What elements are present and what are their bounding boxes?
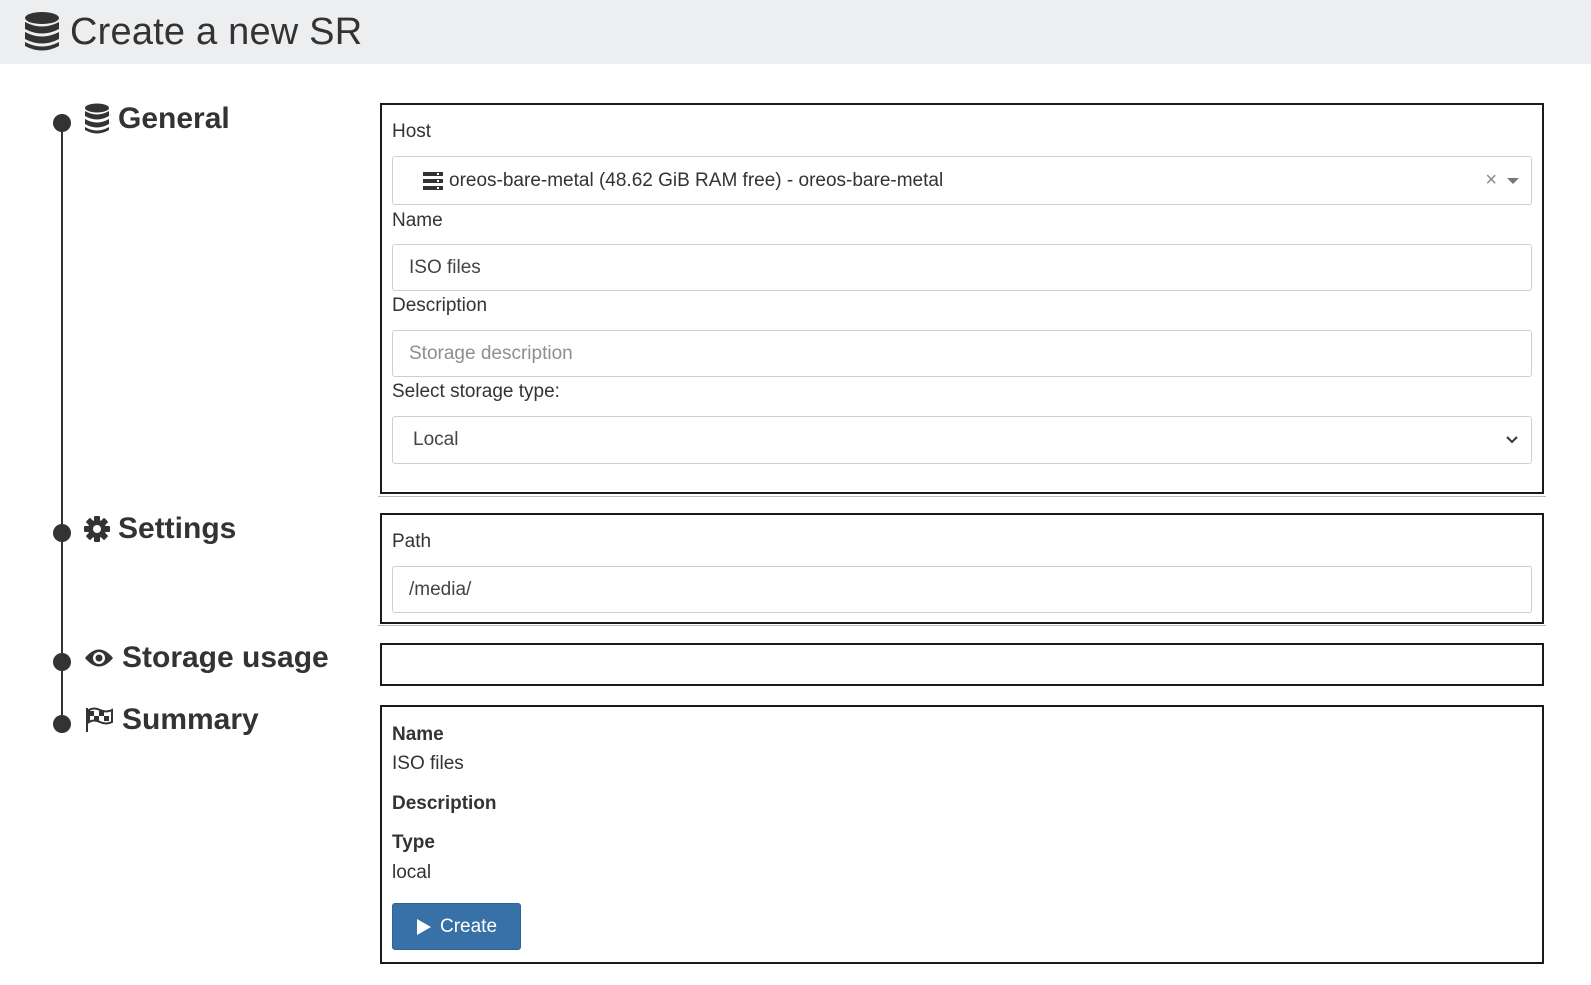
step-summary: Summary bbox=[84, 703, 259, 737]
database-icon bbox=[84, 103, 110, 135]
gear-icon bbox=[84, 516, 110, 542]
server-icon bbox=[423, 171, 443, 190]
chevron-down-icon bbox=[1505, 431, 1519, 455]
step-dot-summary bbox=[53, 715, 71, 733]
create-button-label: Create bbox=[439, 915, 498, 937]
wizard-stepper: General Settings Storage usage Summary H… bbox=[0, 64, 1591, 985]
step-label-general: General bbox=[118, 102, 230, 135]
general-panel: Host oreos-bare-metal (48.62 GiB RAM fre… bbox=[380, 103, 1544, 494]
host-select[interactable]: oreos-bare-metal (48.62 GiB RAM free) - … bbox=[392, 156, 1532, 205]
step-storage-usage: Storage usage bbox=[84, 641, 329, 675]
host-value: oreos-bare-metal (48.62 GiB RAM free) - … bbox=[449, 169, 944, 191]
storage-usage-panel bbox=[380, 643, 1544, 686]
summary-type-label: Type bbox=[392, 832, 435, 853]
divider bbox=[378, 625, 1546, 626]
step-settings: Settings bbox=[84, 512, 236, 546]
step-label-settings: Settings bbox=[118, 512, 237, 545]
description-input[interactable]: Storage description bbox=[392, 330, 1532, 377]
flag-checkered-icon bbox=[84, 707, 114, 733]
step-label-summary: Summary bbox=[122, 703, 259, 736]
step-dot-storage-usage bbox=[53, 653, 71, 671]
summary-description-label: Description bbox=[392, 793, 497, 814]
step-general: General bbox=[84, 102, 230, 136]
settings-panel: Path /media/ bbox=[380, 513, 1544, 624]
summary-type-value: local bbox=[392, 862, 432, 883]
path-label: Path bbox=[392, 531, 432, 552]
storage-type-select[interactable]: Local bbox=[392, 416, 1532, 464]
clear-icon[interactable]: × bbox=[1485, 169, 1497, 192]
step-dot-settings bbox=[53, 524, 71, 542]
host-label: Host bbox=[392, 121, 432, 142]
divider bbox=[378, 496, 1546, 497]
summary-name-label: Name bbox=[392, 724, 444, 745]
summary-name-value: ISO files bbox=[392, 753, 464, 774]
storage-type-value: Local bbox=[413, 429, 459, 450]
name-label: Name bbox=[392, 210, 443, 231]
eye-icon bbox=[84, 647, 114, 669]
path-input[interactable]: /media/ bbox=[392, 566, 1532, 613]
page-header: Create a new SR bbox=[0, 0, 1591, 64]
stepper-line bbox=[61, 123, 63, 723]
database-icon bbox=[24, 11, 60, 53]
play-icon bbox=[416, 918, 432, 936]
caret-down-icon[interactable] bbox=[1507, 178, 1519, 184]
create-button[interactable]: Create bbox=[392, 903, 521, 950]
step-dot-general bbox=[53, 114, 71, 132]
step-label-storage-usage: Storage usage bbox=[122, 641, 329, 674]
summary-panel: Name ISO files Description Type local Cr… bbox=[380, 705, 1544, 964]
page-title: Create a new SR bbox=[70, 10, 363, 53]
name-input[interactable]: ISO files bbox=[392, 244, 1532, 291]
description-label: Description bbox=[392, 295, 488, 316]
storage-type-label: Select storage type: bbox=[392, 381, 560, 402]
